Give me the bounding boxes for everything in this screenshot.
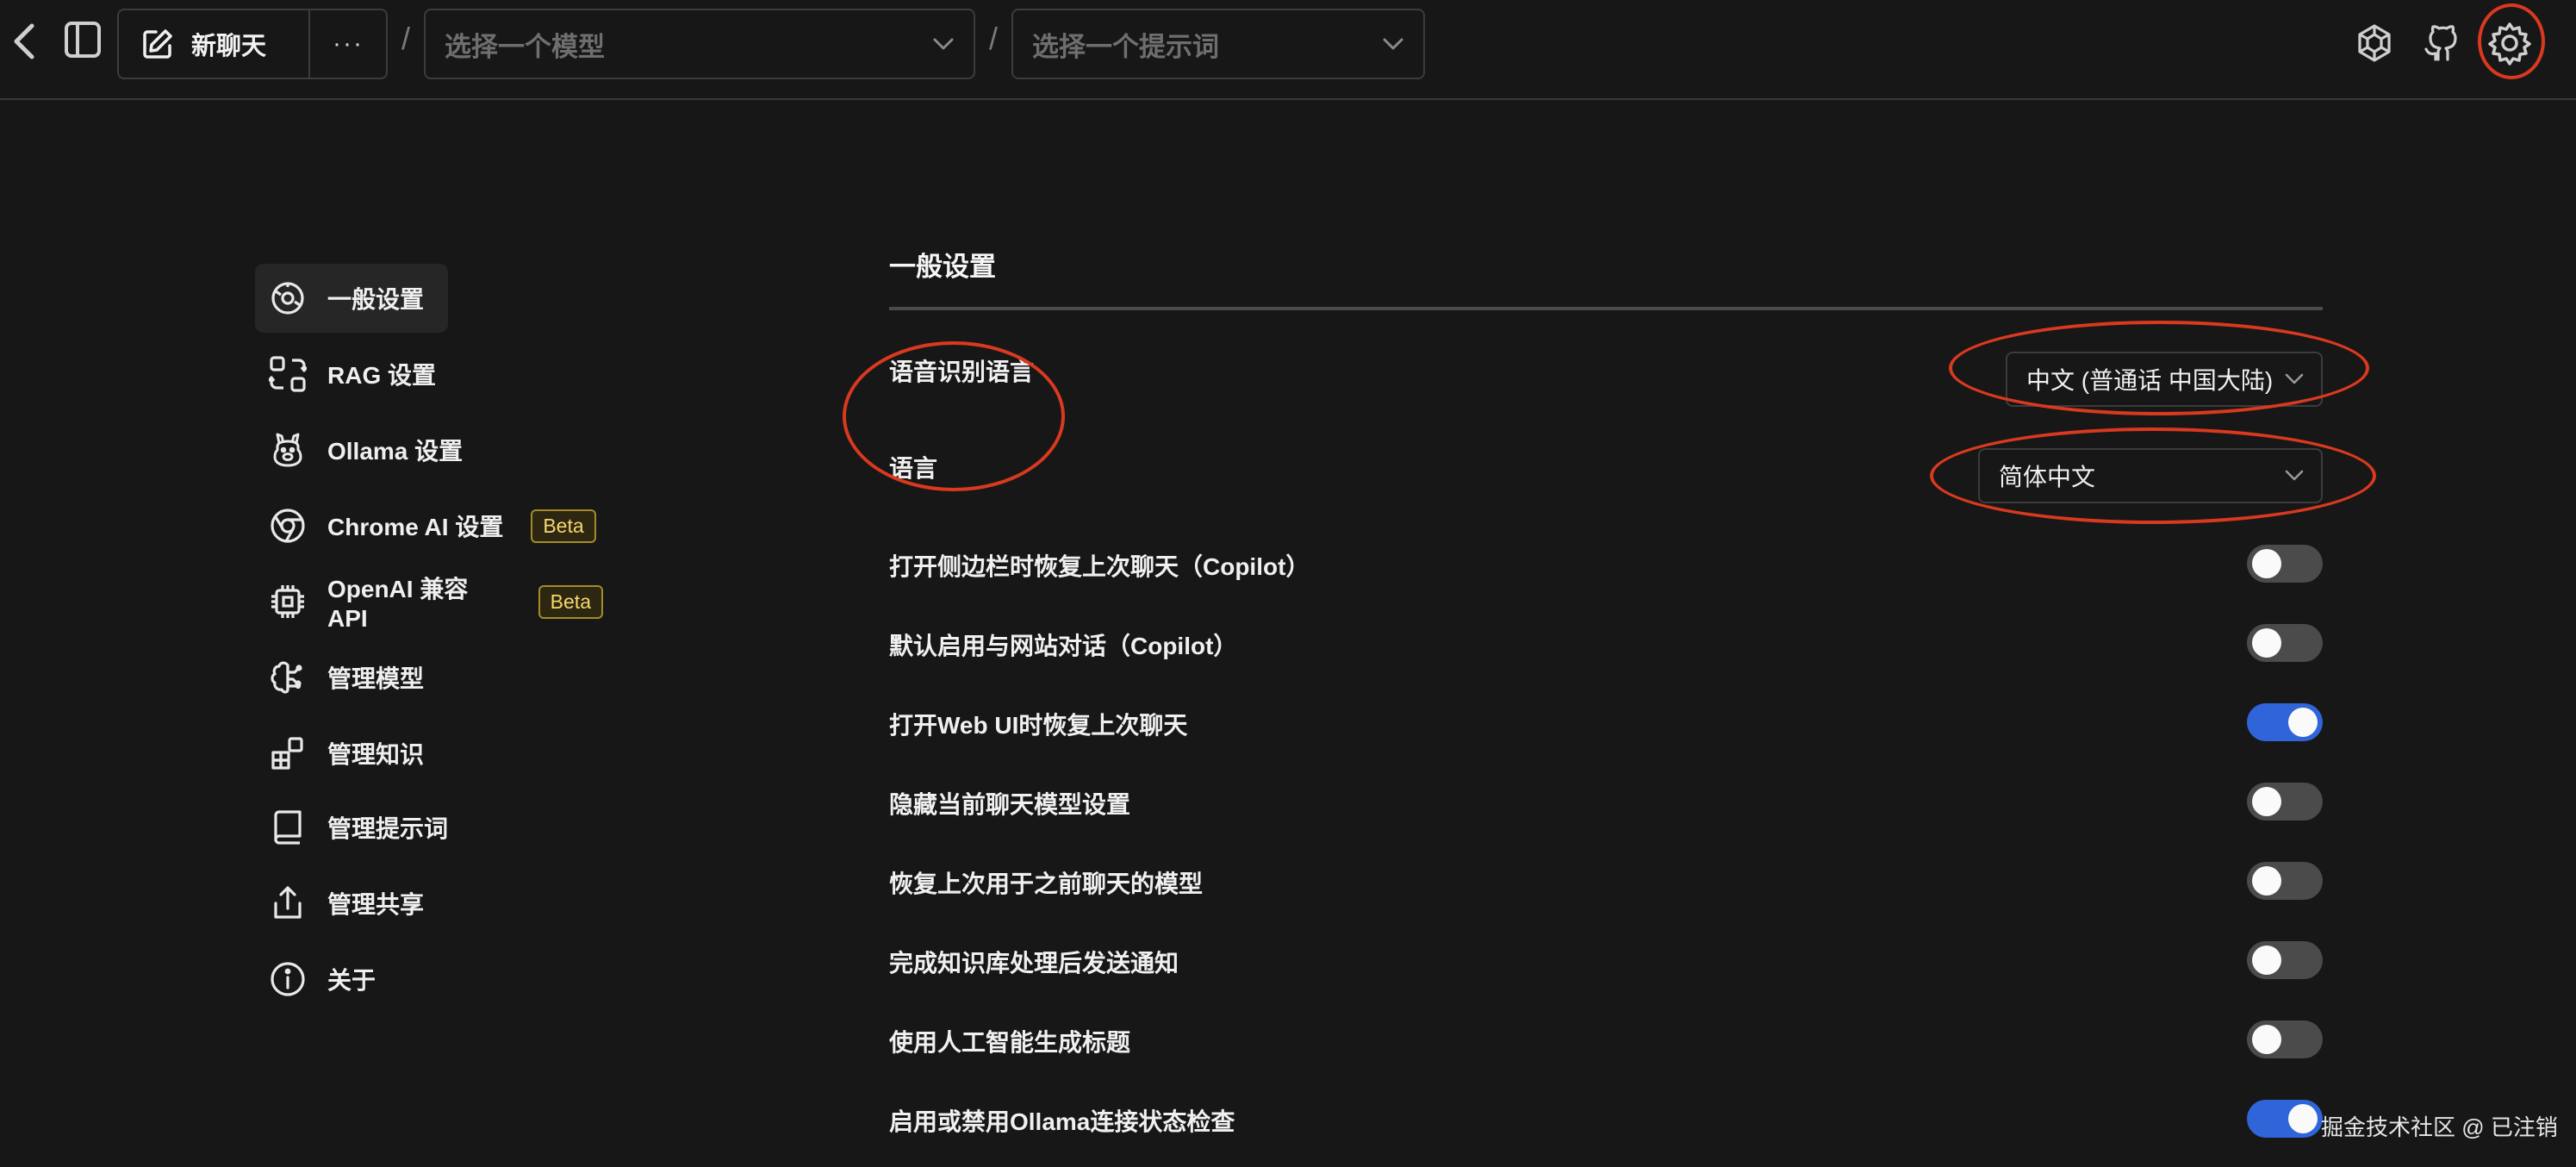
prompt-select[interactable]: 选择一个提示词 xyxy=(1011,9,1425,79)
beta-badge: Beta xyxy=(531,509,596,543)
restore-last-model-toggle[interactable] xyxy=(2247,862,2323,900)
chevron-down-icon xyxy=(1383,38,1403,50)
sidebar-item-manage-models[interactable]: 管理模型 xyxy=(255,643,446,712)
toggle-label: 隐藏当前聊天模型设置 xyxy=(889,791,1131,818)
chevron-down-icon xyxy=(2285,470,2304,481)
github-icon xyxy=(2424,25,2457,61)
watermark: 掘金技术社区 @ 已注销 xyxy=(2321,1114,2558,1140)
toggle-knob xyxy=(2252,945,2281,975)
toggle-knob xyxy=(2252,866,2281,896)
cpu-icon xyxy=(269,583,307,621)
more-options-button[interactable]: ··· xyxy=(310,10,386,78)
back-button[interactable] xyxy=(5,21,43,62)
section-title: 一般设置 xyxy=(889,252,996,282)
book-icon xyxy=(269,808,307,846)
new-chat-label: 新聊天 xyxy=(191,33,267,60)
sidebar-item-label: 管理模型 xyxy=(327,665,425,692)
toggle-label: 默认启用与网站对话（Copilot） xyxy=(889,633,1238,659)
top-bar: 新聊天 ··· / 选择一个模型 / 选择一个提示词 xyxy=(0,0,2576,100)
rag-icon xyxy=(269,355,307,393)
settings-button[interactable] xyxy=(2483,17,2536,69)
chat-with-website-toggle[interactable] xyxy=(2247,624,2323,662)
sidebar-panel-icon xyxy=(65,22,101,58)
chevron-down-icon xyxy=(933,38,954,50)
llama-icon xyxy=(269,431,307,469)
gear-icon xyxy=(2488,22,2531,66)
sidebar-toggle-button[interactable] xyxy=(60,17,105,62)
beta-badge: Beta xyxy=(538,584,603,619)
toggle-label: 启用或禁用Ollama连接状态检查 xyxy=(889,1108,1235,1135)
toggle-knob xyxy=(2252,628,2281,658)
breadcrumb-separator: / xyxy=(989,21,999,56)
breadcrumb-separator: / xyxy=(401,21,411,56)
toggle-label: 打开侧边栏时恢复上次聊天（Copilot） xyxy=(889,553,1310,580)
language-label: 语言 xyxy=(889,455,938,482)
sidebar-item-label: 管理提示词 xyxy=(327,815,449,842)
openai-button[interactable] xyxy=(2350,17,2399,69)
prompt-select-placeholder: 选择一个提示词 xyxy=(1032,31,1219,62)
model-select-placeholder: 选择一个模型 xyxy=(445,31,605,62)
chrome-icon xyxy=(269,507,307,545)
chevron-left-icon xyxy=(14,23,34,59)
sidebar-item-label: 管理共享 xyxy=(327,891,425,918)
general-settings-icon xyxy=(269,279,307,317)
sidebar-item-general[interactable]: 一般设置 xyxy=(255,264,448,333)
sidebar-item-manage-prompts[interactable]: 管理提示词 xyxy=(255,793,470,862)
toggle-knob xyxy=(2288,1104,2318,1133)
speech-language-label: 语音识别语言 xyxy=(889,359,1035,385)
restore-chat-webui-toggle[interactable] xyxy=(2247,703,2323,741)
ollama-status-check-toggle[interactable] xyxy=(2247,1100,2323,1138)
github-button[interactable] xyxy=(2417,17,2466,69)
sidebar-item-rag[interactable]: RAG 设置 xyxy=(255,340,458,409)
info-icon xyxy=(269,960,307,998)
chevron-down-icon xyxy=(2285,373,2304,384)
sidebar-item-label: 管理知识 xyxy=(327,741,425,768)
sidebar-item-label: Chrome AI 设置 xyxy=(327,514,504,540)
sidebar-item-about[interactable]: 关于 xyxy=(255,945,398,1014)
ai-generate-title-toggle[interactable] xyxy=(2247,1020,2323,1058)
sidebar-item-manage-knowledge[interactable]: 管理知识 xyxy=(255,719,446,788)
toggle-knob xyxy=(2252,787,2281,816)
toggle-knob xyxy=(2252,1025,2281,1054)
toggle-label: 完成知识库处理后发送通知 xyxy=(889,950,1179,977)
sidebar-item-ollama[interactable]: Ollama 设置 xyxy=(255,415,485,484)
section-divider xyxy=(889,307,2323,310)
blocks-icon xyxy=(269,734,307,772)
openai-icon xyxy=(2358,24,2391,62)
language-select[interactable]: 简体中文 xyxy=(1978,448,2323,503)
toggle-label: 恢复上次用于之前聊天的模型 xyxy=(889,871,1204,897)
restore-chat-sidebar-toggle[interactable] xyxy=(2247,545,2323,583)
share-icon xyxy=(269,884,307,922)
language-value: 简体中文 xyxy=(1999,464,2096,490)
toggle-label: 使用人工智能生成标题 xyxy=(889,1029,1131,1056)
more-dots-icon: ··· xyxy=(333,29,364,58)
sidebar-item-label: 一般设置 xyxy=(327,286,425,313)
sidebar-item-openai-api[interactable]: OpenAI 兼容 API Beta xyxy=(255,567,625,636)
speech-language-select[interactable]: 中文 (普通话 中国大陆) xyxy=(2006,352,2323,407)
toggle-label: 打开Web UI时恢复上次聊天 xyxy=(889,712,1188,739)
sidebar-item-chrome-ai[interactable]: Chrome AI 设置 Beta xyxy=(255,491,619,560)
speech-language-value: 中文 (普通话 中国大陆) xyxy=(2026,367,2274,394)
new-chat-group: 新聊天 ··· xyxy=(117,9,388,79)
sidebar-item-label: Ollama 设置 xyxy=(327,438,464,465)
new-chat-button[interactable]: 新聊天 xyxy=(119,10,310,78)
model-select[interactable]: 选择一个模型 xyxy=(424,9,975,79)
brain-icon xyxy=(269,658,307,696)
edit-icon xyxy=(143,29,172,59)
sidebar-item-label: 关于 xyxy=(327,967,376,994)
toggle-knob xyxy=(2252,549,2281,578)
sidebar-item-manage-sharing[interactable]: 管理共享 xyxy=(255,869,446,938)
hide-model-settings-toggle[interactable] xyxy=(2247,783,2323,821)
sidebar-item-label: RAG 设置 xyxy=(327,362,437,389)
knowledge-notification-toggle[interactable] xyxy=(2247,941,2323,979)
toggle-knob xyxy=(2288,708,2318,737)
sidebar-item-label: OpenAI 兼容 API xyxy=(327,576,469,632)
